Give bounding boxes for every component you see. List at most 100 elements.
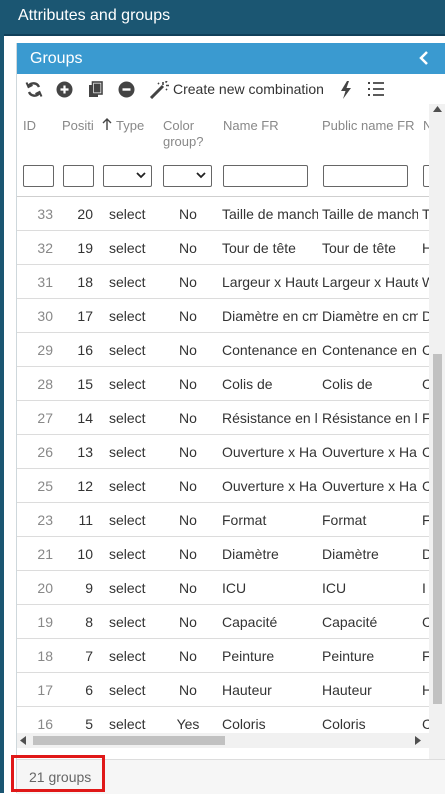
cell-color-group: No (179, 512, 197, 528)
cell-id: 28 (37, 376, 53, 392)
table-row[interactable]: 28 15 select No Colis de Colis de C (17, 367, 429, 401)
cell-next: H (422, 682, 429, 698)
panel-title: Groups (30, 50, 83, 67)
cell-public-name-fr: Largeur x Haute (322, 274, 418, 290)
cell-name-fr: Colis de (222, 376, 273, 392)
table-row[interactable]: 32 19 select No Tour de tête Tour de tête H (17, 231, 429, 265)
window-title-bar: Attributes and groups (0, 0, 445, 36)
table-row[interactable]: 18 7 select No Peinture Peinture F (17, 639, 429, 673)
filter-type-select[interactable] (103, 165, 152, 187)
cell-public-name-fr: ICU (322, 580, 347, 596)
cell-type: select (109, 444, 146, 460)
vertical-scroll-thumb[interactable] (433, 354, 442, 704)
cell-type: select (109, 274, 146, 290)
cell-color-group: No (179, 342, 197, 358)
cell-position: 12 (77, 478, 93, 494)
cell-id: 33 (37, 206, 53, 222)
table-row[interactable]: 23 11 select No Format Format F (17, 503, 429, 537)
cell-position: 5 (85, 716, 93, 732)
cell-position: 16 (77, 342, 93, 358)
cell-color-group: No (179, 580, 197, 596)
column-header-id[interactable]: ID (23, 118, 36, 134)
cell-name-fr: Ouverture x Ha (222, 444, 317, 460)
cell-name-fr: Coloris (222, 716, 266, 732)
scroll-left-arrow-icon[interactable] (20, 736, 26, 745)
cell-color-group: No (179, 274, 197, 290)
table-row[interactable]: 33 20 select No Taille de manch Taille de man… (17, 197, 429, 231)
scroll-up-arrow-icon[interactable] (433, 106, 442, 112)
copy-icon[interactable] (88, 81, 103, 98)
list-icon[interactable] (367, 81, 385, 97)
table-header: ID Positi Type Color group? Name FR Publ… (17, 104, 429, 149)
toolbar: Create new combination (17, 74, 445, 104)
table-row[interactable]: 25 12 select No Ouverture x Ha Ouverture x Ha… (17, 469, 429, 503)
table-row[interactable]: 20 9 select No ICU ICU I (17, 571, 429, 605)
cell-color-group: Yes (176, 716, 200, 732)
table-row[interactable]: 26 13 select No Ouverture x Ha Ouverture x Ha… (17, 435, 429, 469)
cell-color-group: No (179, 444, 197, 460)
table-row[interactable]: 30 17 select No Diamètre en cm Diamètre en cm… (17, 299, 429, 333)
cell-next: F (422, 512, 429, 528)
cell-id: 26 (37, 444, 53, 460)
cell-id: 16 (37, 716, 53, 732)
cell-public-name-fr: Capacité (322, 614, 378, 630)
cell-public-name-fr: Colis de (322, 376, 373, 392)
filter-color-group-select[interactable] (163, 165, 212, 187)
chevron-down-icon (196, 172, 206, 179)
remove-icon[interactable] (118, 81, 135, 98)
table-row[interactable]: 19 8 select No Capacité Capacité C (17, 605, 429, 639)
cell-color-group: No (179, 308, 197, 324)
panel-header: Groups (17, 43, 445, 74)
column-header-public-name-fr[interactable]: Public name FR (322, 118, 414, 134)
cell-public-name-fr: Coloris (322, 716, 366, 732)
highlight-box (11, 755, 105, 792)
cell-type: select (109, 478, 146, 494)
cell-name-fr: Diamètre en cm (222, 308, 318, 324)
cell-type: select (109, 682, 146, 698)
cell-color-group: No (179, 206, 197, 222)
column-header-type[interactable]: Type (116, 118, 144, 134)
collapse-chevron-icon[interactable] (416, 49, 432, 67)
column-header-name-fr[interactable]: Name FR (223, 118, 279, 134)
cell-name-fr: Format (222, 512, 267, 528)
cell-position: 10 (77, 546, 93, 562)
filter-position-input[interactable] (63, 165, 94, 187)
table-row[interactable]: 29 16 select No Contenance en Contenance en C (17, 333, 429, 367)
cell-position: 14 (77, 410, 93, 426)
cell-name-fr: Diamètre (222, 546, 279, 562)
cell-position: 17 (77, 308, 93, 324)
refresh-icon[interactable] (25, 81, 43, 98)
column-header-position[interactable]: Positi (62, 118, 98, 134)
cell-name-fr: Ouverture x Ha (222, 478, 317, 494)
lightning-icon[interactable] (340, 81, 352, 99)
cell-position: 7 (85, 648, 93, 664)
cell-type: select (109, 716, 146, 732)
table-row[interactable]: 21 10 select No Diamètre Diamètre D (17, 537, 429, 571)
column-header-color-group[interactable]: Color group? (163, 118, 213, 150)
table-row[interactable]: 31 18 select No Largeur x Haute Largeur x Hau… (17, 265, 429, 299)
add-icon[interactable] (56, 81, 73, 98)
cell-id: 30 (37, 308, 53, 324)
cell-id: 31 (37, 274, 53, 290)
cell-id: 29 (37, 342, 53, 358)
filter-id-input[interactable] (23, 165, 54, 187)
filter-public-name-fr-input[interactable] (323, 165, 408, 187)
horizontal-scroll-thumb[interactable] (33, 736, 225, 745)
cell-id: 17 (37, 682, 53, 698)
cell-position: 20 (77, 206, 93, 222)
sort-up-arrow-icon[interactable] (102, 118, 112, 130)
horizontal-scrollbar[interactable] (17, 733, 429, 748)
cell-public-name-fr: Contenance en (322, 342, 417, 358)
scroll-right-arrow-icon[interactable] (415, 736, 421, 745)
cell-position: 6 (85, 682, 93, 698)
filter-name-fr-input[interactable] (223, 165, 308, 187)
cell-public-name-fr: Tour de tête (322, 240, 396, 256)
cell-next: W (422, 274, 429, 290)
table-row[interactable]: 27 14 select No Résistance en l Résistance en… (17, 401, 429, 435)
cell-position: 19 (77, 240, 93, 256)
table-row[interactable]: 17 6 select No Hauteur Hauteur H (17, 673, 429, 707)
create-combination-button[interactable]: Create new combination (173, 81, 324, 97)
magic-wand-icon[interactable] (149, 81, 169, 99)
cell-public-name-fr: Peinture (322, 648, 375, 664)
vertical-scrollbar[interactable] (429, 104, 445, 790)
